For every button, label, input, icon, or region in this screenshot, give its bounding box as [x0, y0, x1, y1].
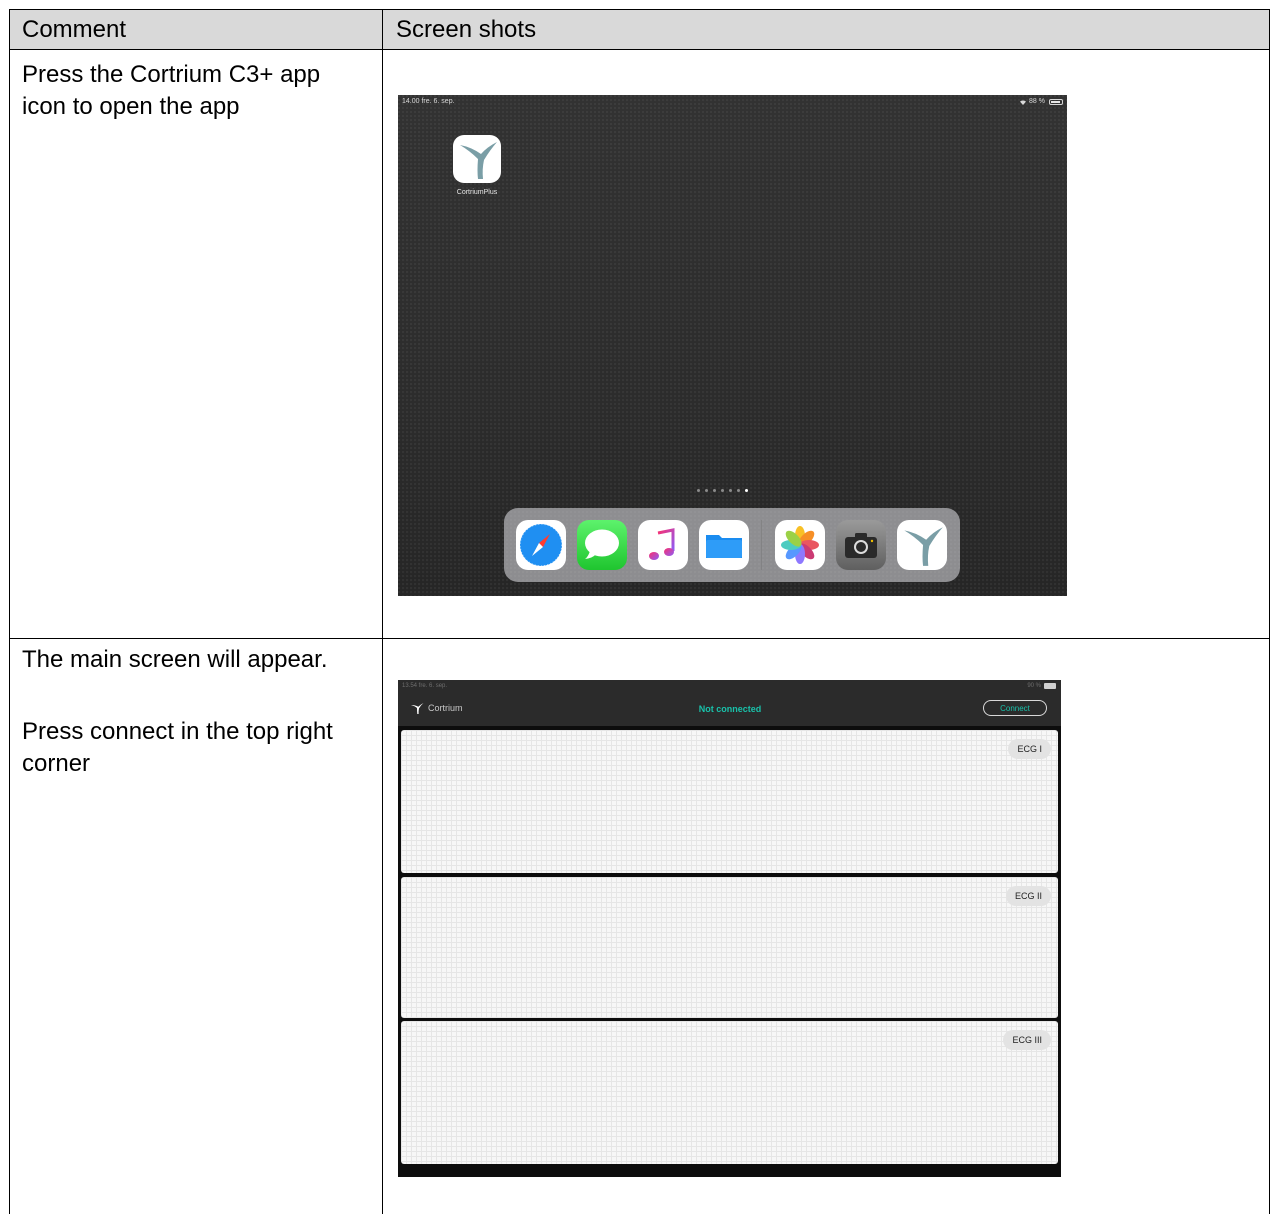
page-dot — [729, 489, 732, 492]
table-border-header-bottom — [9, 49, 1270, 50]
page-dot — [737, 489, 740, 492]
table-border-middle — [382, 9, 383, 1214]
ipad-home-screenshot: 14.00 fre. 6. sep. 88 % CortriumPlus — [398, 95, 1067, 596]
top-bar: 13.54 fre. 6. sep. 90 % Cortrium Not con… — [398, 680, 1061, 726]
files-icon[interactable] — [699, 520, 749, 570]
photos-icon[interactable] — [775, 520, 825, 570]
page-dot — [721, 489, 724, 492]
cortrium-logo-icon — [460, 142, 497, 179]
status-time: 14.00 fre. 6. sep. — [402, 98, 455, 105]
connection-status: Not connected — [698, 704, 762, 714]
cortrium-main-screenshot: 13.54 fre. 6. sep. 90 % Cortrium Not con… — [398, 680, 1061, 1177]
safari-icon[interactable] — [516, 520, 566, 570]
table-border-top — [9, 9, 1270, 10]
messages-icon[interactable] — [577, 520, 627, 570]
row2-comment-line1: The main screen will appear. — [22, 646, 328, 673]
battery-percent: 90 % — [1027, 683, 1041, 689]
page-indicator — [697, 489, 748, 492]
dock — [504, 508, 960, 582]
cortrium-icon[interactable] — [897, 520, 947, 570]
dock-separator — [761, 520, 762, 570]
ecg-panel-2: ECG II — [401, 877, 1058, 1018]
lead-label-ecg-i[interactable]: ECG I — [1008, 739, 1051, 759]
lead-label-ecg-iii[interactable]: ECG III — [1003, 1030, 1051, 1050]
app-label: CortriumPlus — [456, 189, 498, 196]
brand: Cortrium — [410, 702, 463, 714]
cortriumplus-app-icon[interactable] — [453, 135, 501, 183]
page-dot — [713, 489, 716, 492]
header-comment: Comment — [22, 16, 127, 43]
lead-label-ecg-ii[interactable]: ECG II — [1005, 886, 1051, 906]
page-dot — [705, 489, 708, 492]
music-icon[interactable] — [638, 520, 688, 570]
brand-name: Cortrium — [428, 703, 463, 713]
page-dot-active — [745, 489, 748, 492]
ecg-panel-1: ECG I — [401, 730, 1058, 873]
row1-comment: Press the Cortrium C3+ app icon to open … — [22, 61, 321, 120]
header-screenshots: Screen shots — [396, 16, 537, 43]
table-border-row1-bottom — [9, 638, 1270, 639]
row2-comment-line2: Press connect in the top right corner — [22, 718, 333, 777]
camera-icon[interactable] — [836, 520, 886, 570]
ecg-panel-3: ECG III — [401, 1021, 1058, 1164]
battery-icon — [1044, 683, 1056, 689]
wifi-icon — [1020, 100, 1027, 105]
cortrium-logo-icon — [411, 703, 424, 714]
battery-percent: 88 % — [1029, 98, 1045, 105]
status-right: 88 % — [1019, 98, 1045, 106]
status-time: 13.54 fre. 6. sep. — [402, 683, 448, 689]
table-header-background — [10, 10, 1269, 49]
battery-icon — [1049, 99, 1063, 105]
connect-button[interactable]: Connect — [983, 700, 1047, 716]
page-dot — [697, 489, 700, 492]
table-border-left — [9, 9, 10, 1214]
